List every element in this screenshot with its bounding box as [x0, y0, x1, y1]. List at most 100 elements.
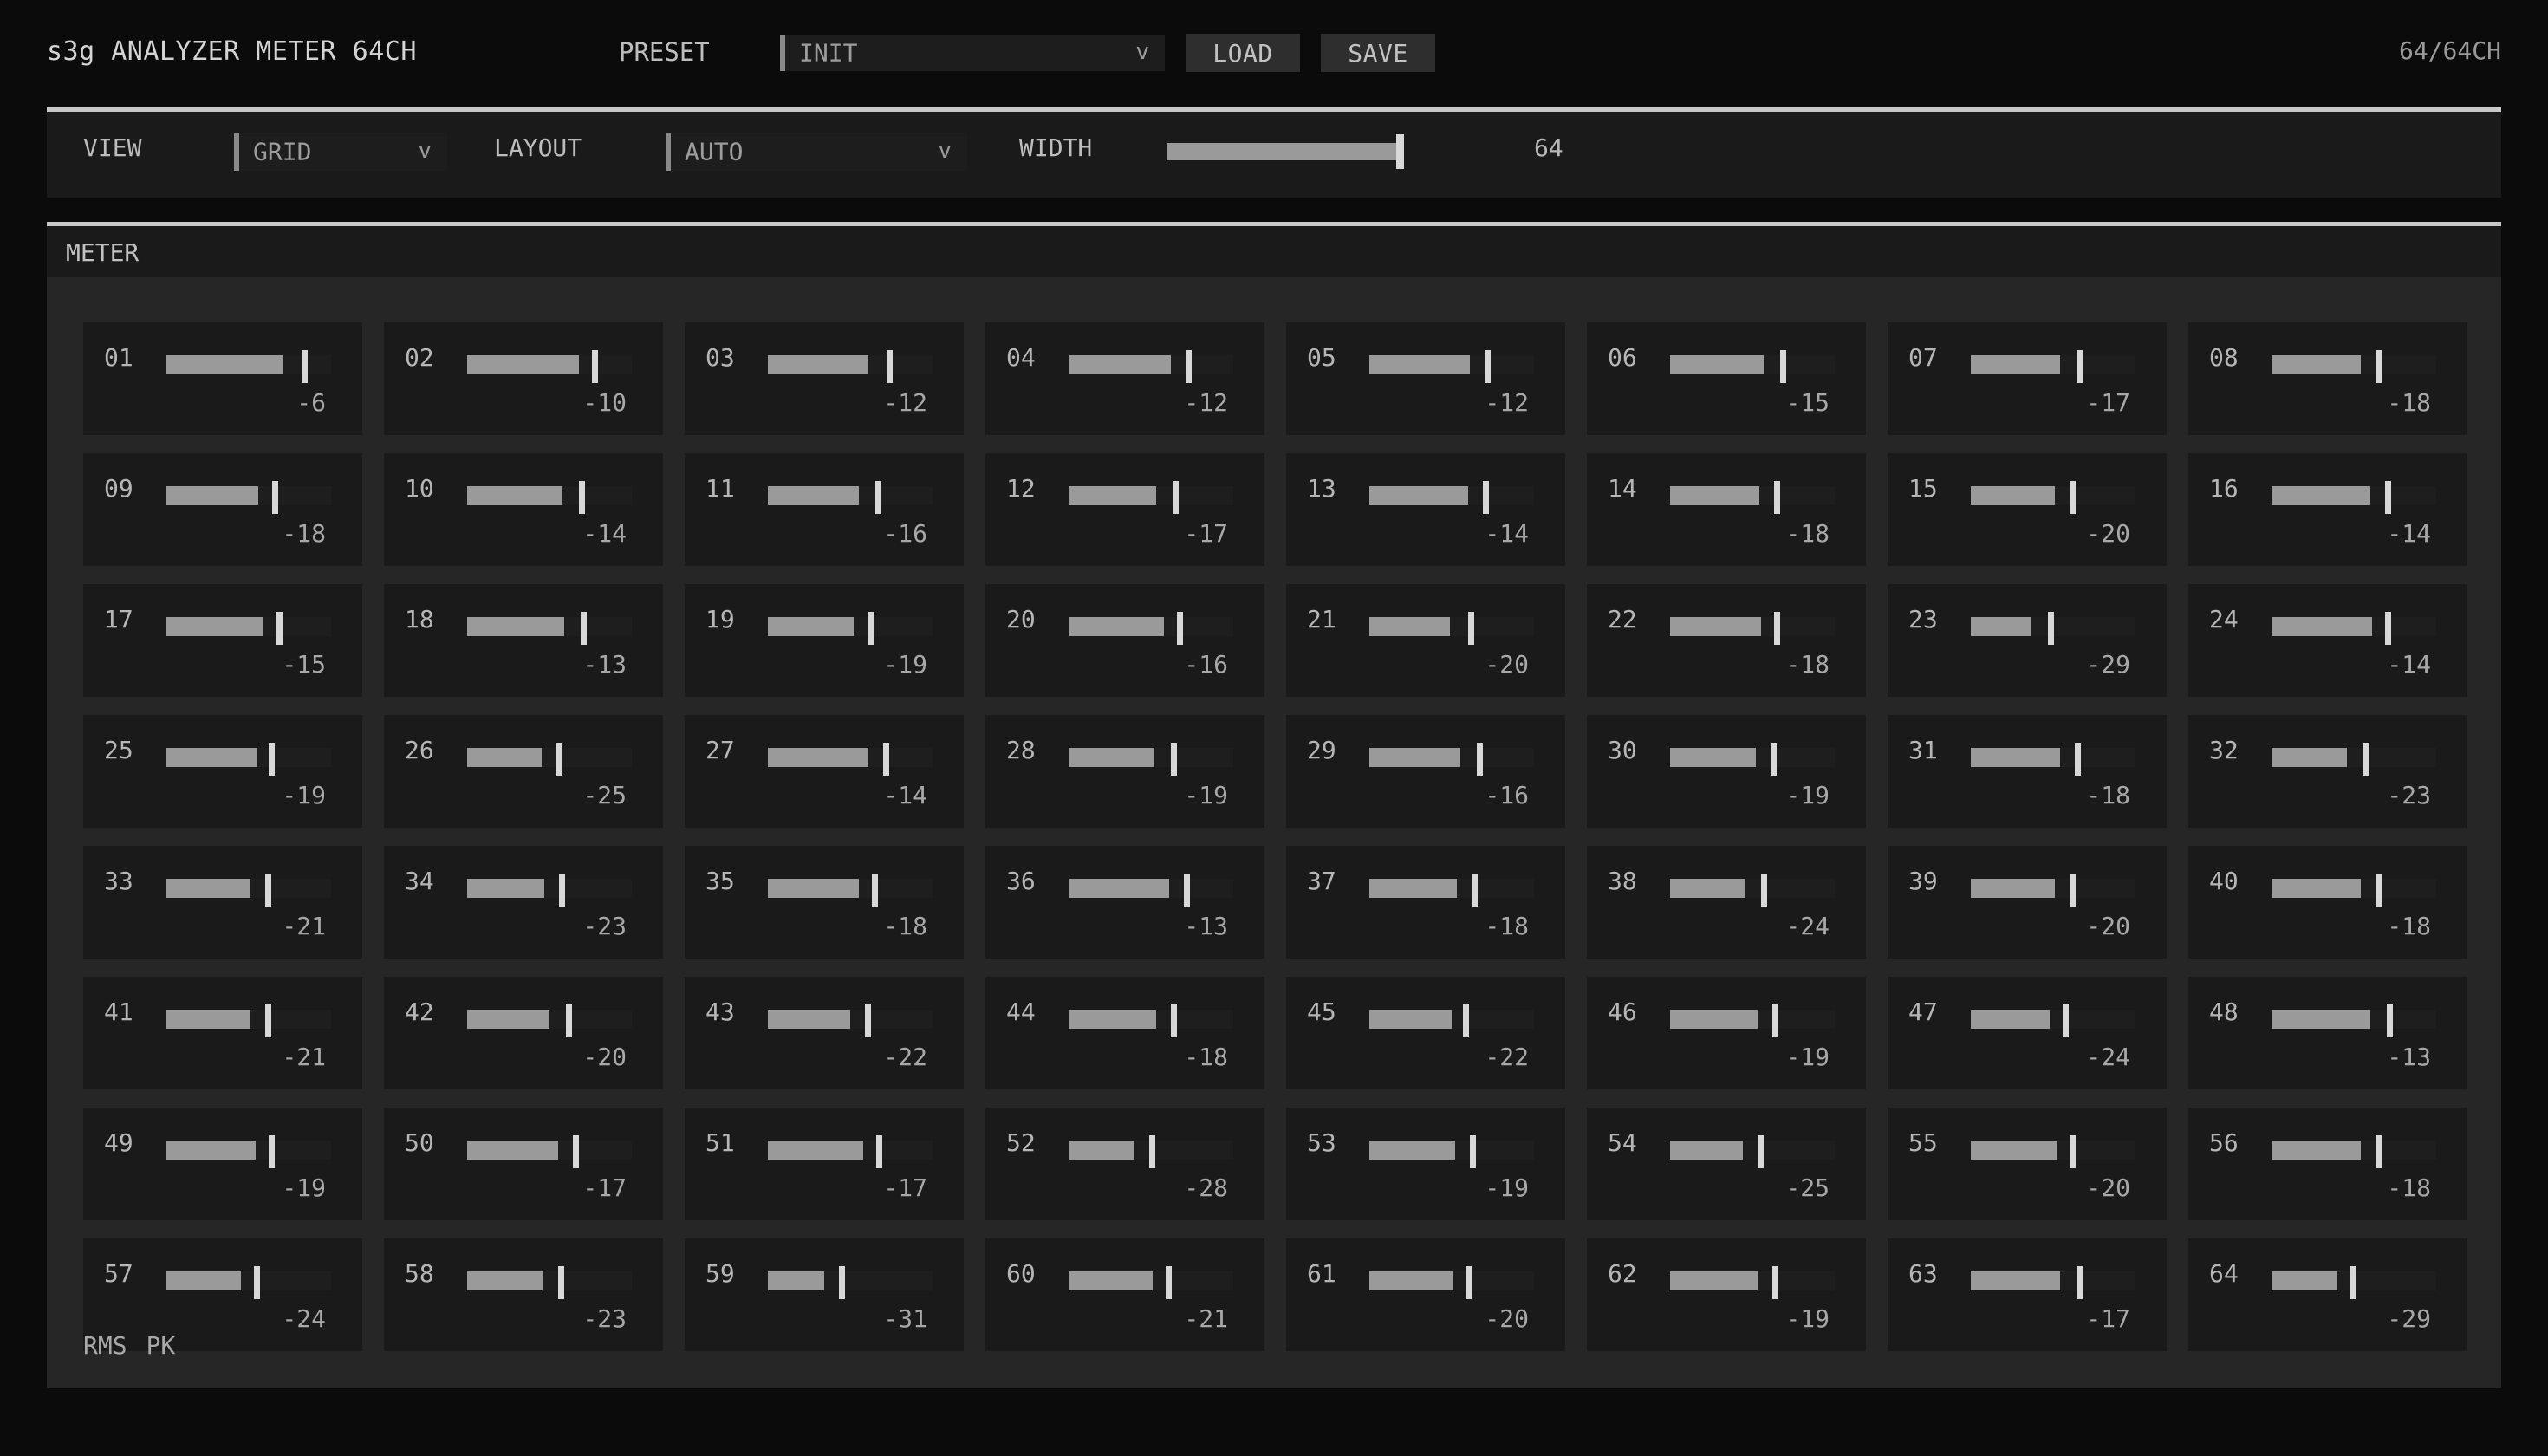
channel-meter[interactable]: 12 -17 — [985, 453, 1264, 566]
channel-number: 19 — [705, 605, 735, 634]
rms-level-bar — [1369, 617, 1450, 636]
channel-meter[interactable]: 07 -17 — [1888, 322, 2167, 435]
peak-marker — [2075, 743, 2081, 776]
channel-meter[interactable]: 04 -12 — [985, 322, 1264, 435]
channel-meter[interactable]: 38 -24 — [1587, 846, 1866, 959]
channel-meter[interactable]: 52 -28 — [985, 1108, 1264, 1220]
channel-meter[interactable]: 25 -19 — [83, 715, 362, 828]
channel-meter[interactable]: 05 -12 — [1286, 322, 1565, 435]
peak-marker — [2363, 743, 2369, 776]
level-bar-track — [768, 350, 933, 383]
channel-meter[interactable]: 18 -13 — [384, 584, 663, 697]
db-value: -16 — [1485, 781, 1529, 809]
channel-meter[interactable]: 16 -14 — [2188, 453, 2467, 566]
channel-meter[interactable]: 60 -21 — [985, 1238, 1264, 1351]
channel-meter[interactable]: 62 -19 — [1587, 1238, 1866, 1351]
rms-level-bar — [1369, 1010, 1452, 1029]
channel-number: 13 — [1307, 474, 1336, 503]
load-button[interactable]: LOAD — [1186, 34, 1300, 72]
channel-meter[interactable]: 50 -17 — [384, 1108, 663, 1220]
peak-marker — [265, 1004, 271, 1037]
rms-level-bar — [1069, 486, 1156, 505]
rms-level-bar — [1670, 879, 1745, 898]
peak-marker — [1171, 743, 1177, 776]
channel-meter[interactable]: 35 -18 — [685, 846, 964, 959]
channel-meter[interactable]: 42 -20 — [384, 977, 663, 1089]
channel-meter[interactable]: 31 -18 — [1888, 715, 2167, 828]
channel-meter[interactable]: 30 -19 — [1587, 715, 1866, 828]
channel-meter[interactable]: 45 -22 — [1286, 977, 1565, 1089]
rms-level-bar — [1369, 1141, 1455, 1160]
db-value: -18 — [1485, 912, 1529, 940]
channel-meter[interactable]: 46 -19 — [1587, 977, 1866, 1089]
channel-number: 56 — [2209, 1128, 2239, 1157]
view-dropdown[interactable]: GRID v — [234, 133, 447, 171]
channel-meter[interactable]: 26 -25 — [384, 715, 663, 828]
channel-number: 58 — [405, 1259, 434, 1288]
db-value: -21 — [282, 912, 326, 940]
channel-meter[interactable]: 10 -14 — [384, 453, 663, 566]
channel-meter[interactable]: 43 -22 — [685, 977, 964, 1089]
channel-meter[interactable]: 40 -18 — [2188, 846, 2467, 959]
db-value: -25 — [582, 781, 627, 809]
channel-meter[interactable]: 47 -24 — [1888, 977, 2167, 1089]
channel-meter[interactable]: 08 -18 — [2188, 322, 2467, 435]
channel-meter[interactable]: 06 -15 — [1587, 322, 1866, 435]
save-button[interactable]: SAVE — [1321, 34, 1435, 72]
preset-dropdown[interactable]: INIT v — [780, 35, 1165, 71]
channel-meter[interactable]: 36 -13 — [985, 846, 1264, 959]
db-value: -14 — [582, 519, 627, 548]
channel-meter[interactable]: 48 -13 — [2188, 977, 2467, 1089]
channel-meter[interactable]: 59 -31 — [685, 1238, 964, 1351]
channel-meter[interactable]: 63 -17 — [1888, 1238, 2167, 1351]
channel-meter[interactable]: 49 -19 — [83, 1108, 362, 1220]
channel-meter[interactable]: 56 -18 — [2188, 1108, 2467, 1220]
channel-meter[interactable]: 13 -14 — [1286, 453, 1565, 566]
channel-meter[interactable]: 64 -29 — [2188, 1238, 2467, 1351]
channel-meter[interactable]: 33 -21 — [83, 846, 362, 959]
channel-meter[interactable]: 20 -16 — [985, 584, 1264, 697]
rms-level-bar — [1670, 617, 1761, 636]
channel-meter[interactable]: 58 -23 — [384, 1238, 663, 1351]
channel-meter[interactable]: 21 -20 — [1286, 584, 1565, 697]
channel-meter[interactable]: 32 -23 — [2188, 715, 2467, 828]
channel-meter[interactable]: 51 -17 — [685, 1108, 964, 1220]
channel-meter[interactable]: 09 -18 — [83, 453, 362, 566]
channel-meter[interactable]: 15 -20 — [1888, 453, 2167, 566]
channel-number: 26 — [405, 736, 434, 764]
peak-marker — [876, 1135, 882, 1168]
channel-meter[interactable]: 54 -25 — [1587, 1108, 1866, 1220]
channel-meter[interactable]: 24 -14 — [2188, 584, 2467, 697]
rms-level-bar — [166, 355, 283, 374]
channel-meter[interactable]: 03 -12 — [685, 322, 964, 435]
channel-meter[interactable]: 22 -18 — [1587, 584, 1866, 697]
channel-meter[interactable]: 37 -18 — [1286, 846, 1565, 959]
width-slider-track[interactable] — [1167, 143, 1401, 160]
channel-meter[interactable]: 41 -21 — [83, 977, 362, 1089]
db-value: -17 — [883, 1173, 927, 1202]
channel-meter[interactable]: 28 -19 — [985, 715, 1264, 828]
channel-meter[interactable]: 55 -20 — [1888, 1108, 2167, 1220]
channel-meter[interactable]: 19 -19 — [685, 584, 964, 697]
channel-meter[interactable]: 29 -16 — [1286, 715, 1565, 828]
channel-meter[interactable]: 02 -10 — [384, 322, 663, 435]
channel-meter[interactable]: 34 -23 — [384, 846, 663, 959]
level-bar-track — [467, 1004, 632, 1037]
channel-meter[interactable]: 44 -18 — [985, 977, 1264, 1089]
legend-pk: PK — [146, 1331, 176, 1360]
channel-meter[interactable]: 14 -18 — [1587, 453, 1866, 566]
channel-meter[interactable]: 23 -29 — [1888, 584, 2167, 697]
channel-meter[interactable]: 01 -6 — [83, 322, 362, 435]
rms-level-bar — [467, 355, 579, 374]
rms-level-bar — [1971, 1010, 2050, 1029]
channel-meter[interactable]: 61 -20 — [1286, 1238, 1565, 1351]
channel-meter[interactable]: 53 -19 — [1286, 1108, 1565, 1220]
db-value: -15 — [1785, 388, 1830, 417]
width-slider-handle[interactable] — [1396, 134, 1404, 169]
width-slider[interactable] — [1167, 131, 1414, 169]
channel-meter[interactable]: 17 -15 — [83, 584, 362, 697]
layout-dropdown[interactable]: AUTO v — [666, 133, 967, 171]
channel-meter[interactable]: 27 -14 — [685, 715, 964, 828]
channel-meter[interactable]: 39 -20 — [1888, 846, 2167, 959]
channel-meter[interactable]: 11 -16 — [685, 453, 964, 566]
